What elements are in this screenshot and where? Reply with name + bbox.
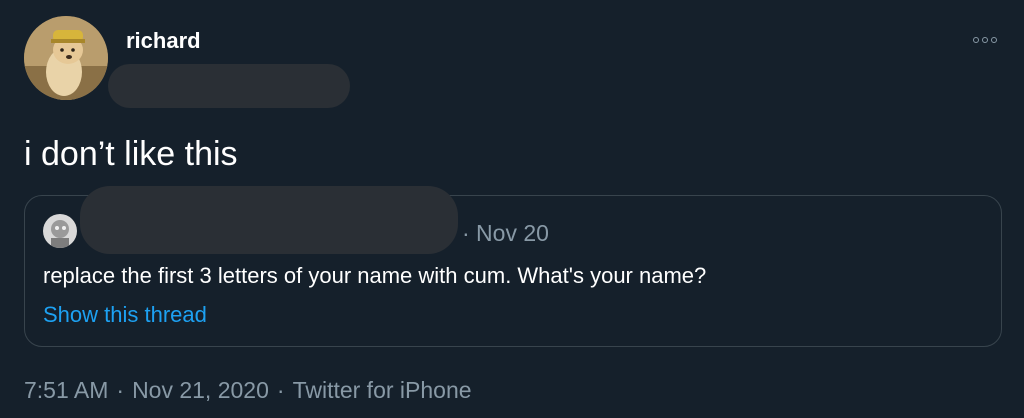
quote-avatar [43,214,77,248]
quote-text: replace the first 3 letters of your name… [43,263,707,288]
tweet-text: i don’t like this [24,135,238,173]
avatar-dog-icon [24,16,108,100]
quote-author-redaction [80,186,458,254]
quote-avatar-icon [43,214,77,248]
more-options-icon [991,37,997,43]
meta-separator: · [276,377,285,403]
show-thread-link[interactable]: Show this thread [43,301,207,329]
tweet-time[interactable]: 7:51 AM [24,376,108,404]
handle-redaction [108,64,350,108]
tweet-date[interactable]: Nov 21, 2020 [132,376,269,404]
tweet-meta: 7:51 AM · Nov 21, 2020 · Twitter for iPh… [24,376,472,404]
avatar[interactable] [24,16,108,100]
tweet-source: Twitter for iPhone [292,377,472,403]
more-options-icon [982,37,988,43]
meta-separator: · [116,377,125,403]
tweet-card: richard i don’t like this · Nov 20 repla… [0,0,1024,418]
more-options-button[interactable] [968,30,1002,50]
more-options-icon [973,37,979,43]
quote-date[interactable]: · Nov 20 [462,220,549,246]
display-name[interactable]: richard [126,28,201,54]
